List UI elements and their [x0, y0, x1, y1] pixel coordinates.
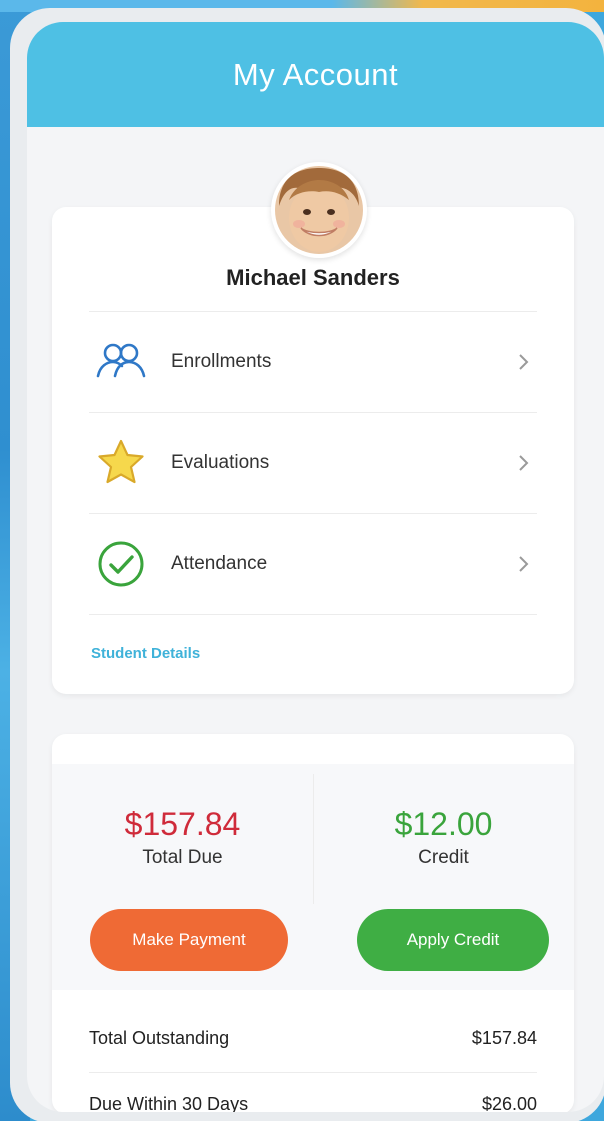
chevron-right-icon — [513, 554, 533, 574]
summary-row-due-30-days: Due Within 30 Days $26.00 — [89, 1074, 537, 1113]
credit-label: Credit — [418, 847, 469, 868]
summary-label: Due Within 30 Days — [89, 1093, 249, 1113]
balance-panel: $157.84 Total Due $12.00 Credit Make Pay… — [52, 764, 574, 990]
phone-frame: My Account Michael Sanders Enrollments E… — [10, 8, 604, 1121]
menu-item-enrollments[interactable]: Enrollments — [89, 311, 537, 412]
header-bar: My Account — [27, 22, 604, 127]
student-details-link[interactable]: Student Details — [91, 645, 200, 662]
summary-row-total-outstanding: Total Outstanding $157.84 — [89, 1004, 537, 1073]
page-title: My Account — [232, 56, 399, 92]
student-name: Michael Sanders — [226, 265, 400, 290]
total-due-label: Total Due — [142, 847, 223, 868]
total-due-amount: $157.84 — [124, 806, 241, 842]
star-icon — [93, 435, 149, 491]
child-face-icon — [275, 166, 363, 254]
avatar[interactable] — [271, 162, 367, 258]
people-icon — [93, 334, 149, 390]
menu-item-attendance[interactable]: Attendance — [89, 513, 537, 615]
menu-item-label: Enrollments — [171, 351, 272, 372]
billing-card: $157.84 Total Due $12.00 Credit Make Pay… — [52, 734, 574, 1112]
chevron-right-icon — [513, 453, 533, 473]
summary-value: $157.84 — [471, 1027, 537, 1048]
student-card: Michael Sanders Enrollments Evaluations … — [52, 207, 574, 694]
menu-item-evaluations[interactable]: Evaluations — [89, 412, 537, 513]
check-circle-icon — [93, 536, 149, 592]
chevron-right-icon — [513, 352, 533, 372]
menu-item-label: Evaluations — [171, 452, 270, 473]
app-screen: My Account Michael Sanders Enrollments E… — [27, 22, 604, 1112]
summary-value: $26.00 — [481, 1093, 537, 1113]
make-payment-button[interactable]: Make Payment — [90, 909, 288, 971]
apply-credit-button[interactable]: Apply Credit — [357, 909, 549, 971]
summary-label: Total Outstanding — [89, 1027, 230, 1048]
credit-amount: $12.00 — [394, 806, 493, 842]
menu-item-label: Attendance — [171, 553, 268, 574]
